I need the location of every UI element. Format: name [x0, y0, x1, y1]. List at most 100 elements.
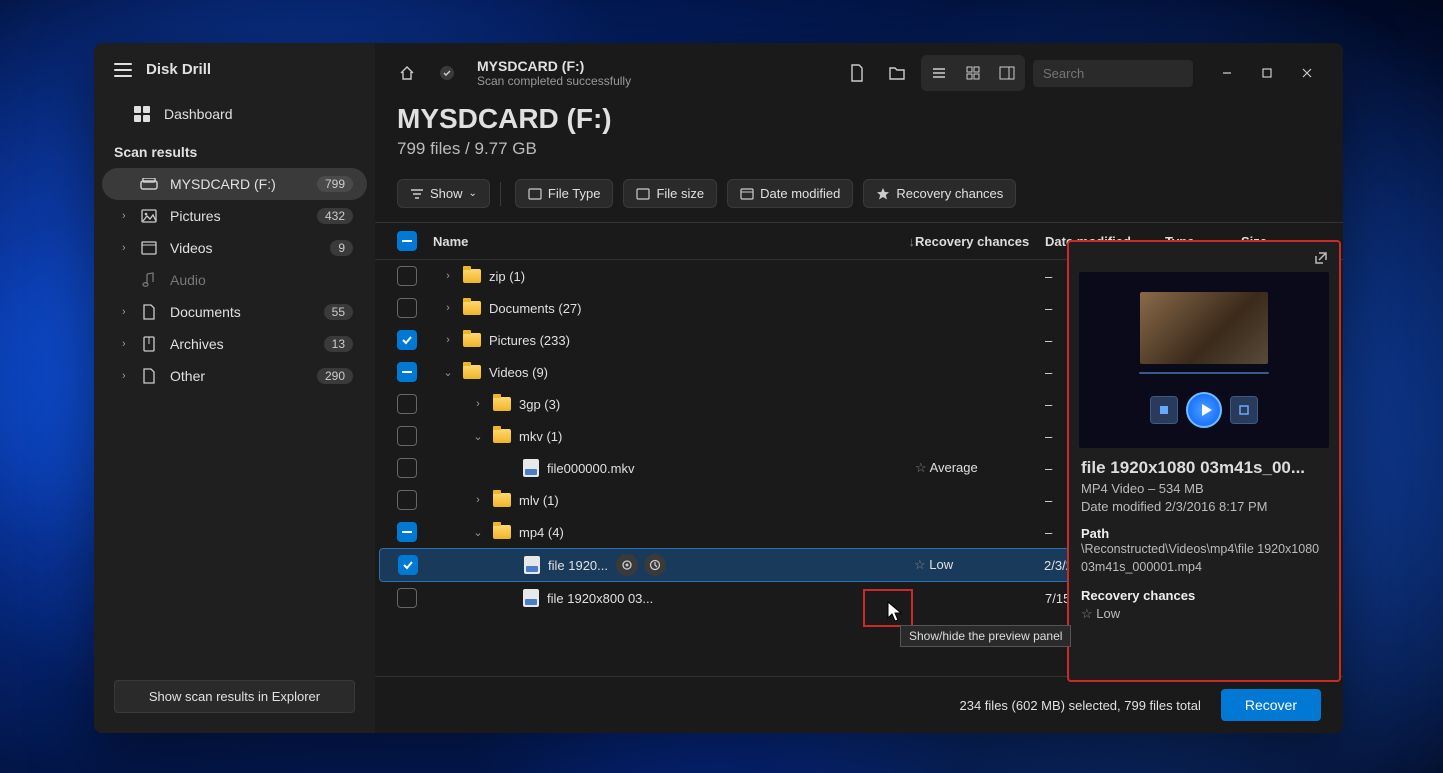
sidebar-dashboard[interactable]: Dashboard: [94, 96, 375, 132]
sidebar-badge: 799: [317, 176, 353, 192]
sidebar-item-videos[interactable]: › Videos 9: [102, 232, 367, 264]
main-pane: MYSDCARD (F:) Scan completed successfull…: [375, 43, 1343, 733]
stop-button[interactable]: [1150, 396, 1178, 424]
star-icon: [876, 187, 890, 201]
preview-type-size: MP4 Video – 534 MB: [1081, 481, 1327, 496]
popout-button[interactable]: [1313, 250, 1329, 266]
video-file-icon: [523, 589, 539, 607]
search-input[interactable]: [1043, 66, 1219, 81]
expand-arrow[interactable]: ⌄: [441, 366, 455, 379]
row-action-button[interactable]: [644, 554, 666, 576]
view-mode-group: [921, 55, 1025, 91]
preview-path-label: Path: [1081, 526, 1327, 541]
panel-view-button[interactable]: [991, 57, 1023, 89]
list-view-button[interactable]: [923, 57, 955, 89]
preview-date: Date modified 2/3/2016 8:17 PM: [1081, 499, 1327, 514]
col-recovery[interactable]: Recovery chances: [915, 234, 1045, 249]
filter-label: Date modified: [760, 186, 840, 201]
filter-icon: [410, 188, 424, 200]
sidebar-item-label: Videos: [170, 240, 330, 256]
scan-status-icon[interactable]: [431, 57, 463, 89]
maximize-button[interactable]: [1247, 57, 1287, 89]
page-header: MYSDCARD (F:) 799 files / 9.77 GB: [375, 103, 1343, 169]
row-checkbox[interactable]: [397, 266, 417, 286]
hamburger-icon[interactable]: [114, 63, 132, 77]
row-checkbox[interactable]: [397, 522, 417, 542]
sidebar-item-label: Pictures: [170, 208, 317, 224]
row-checkbox[interactable]: [397, 298, 417, 318]
expand-arrow[interactable]: ›: [471, 494, 485, 506]
search-box[interactable]: [1033, 60, 1193, 87]
play-button[interactable]: [1186, 392, 1222, 428]
pictures-icon: [140, 209, 158, 223]
close-button[interactable]: [1287, 57, 1327, 89]
sidebar-header: Disk Drill: [94, 43, 375, 96]
expand-arrow[interactable]: ›: [471, 398, 485, 410]
row-checkbox[interactable]: [397, 362, 417, 382]
filter-file-size[interactable]: File size: [623, 179, 717, 208]
row-checkbox[interactable]: [397, 426, 417, 446]
row-checkbox[interactable]: [398, 555, 418, 575]
chevron-down-icon: ⌄: [469, 188, 477, 199]
expand-arrow[interactable]: ⌄: [471, 430, 485, 443]
videos-icon: [140, 241, 158, 255]
folder-icon: [493, 429, 511, 443]
preview-toggle-button[interactable]: [616, 554, 638, 576]
sidebar-item-label: Other: [170, 368, 317, 384]
show-in-explorer-button[interactable]: Show scan results in Explorer: [114, 680, 355, 713]
row-checkbox[interactable]: [397, 458, 417, 478]
row-checkbox[interactable]: [397, 394, 417, 414]
row-checkbox[interactable]: [397, 330, 417, 350]
seek-bar[interactable]: [1139, 372, 1269, 374]
grid-view-button[interactable]: [957, 57, 989, 89]
preview-filename: file 1920x1080 03m41s_00...: [1081, 458, 1327, 478]
expand-arrow[interactable]: ⌄: [471, 526, 485, 539]
expand-arrow[interactable]: ›: [441, 334, 455, 346]
sidebar-badge: 290: [317, 368, 353, 384]
row-checkbox[interactable]: [397, 490, 417, 510]
sidebar-item-label: MYSDCARD (F:): [170, 176, 317, 192]
col-name[interactable]: Name↓: [433, 234, 915, 249]
filter-label: File size: [656, 186, 704, 201]
expand-arrow[interactable]: ›: [441, 270, 455, 282]
select-all-checkbox[interactable]: [397, 231, 417, 251]
filter-label: Recovery chances: [896, 186, 1003, 201]
sidebar-item-archives[interactable]: › Archives 13: [102, 328, 367, 360]
sidebar-badge: 432: [317, 208, 353, 224]
row-name: mlv (1): [519, 493, 559, 508]
sidebar-item-documents[interactable]: › Documents 55: [102, 296, 367, 328]
row-name: file 1920x800 03...: [547, 591, 653, 606]
dashboard-icon: [134, 106, 150, 122]
calendar-icon: [740, 187, 754, 200]
file-icon-button[interactable]: [841, 57, 873, 89]
scan-results-label: Scan results: [94, 132, 375, 168]
app-window: Disk Drill Dashboard Scan results MYSDCA…: [94, 43, 1343, 733]
folder-icon: [493, 397, 511, 411]
row-recovery: ☆ Average: [915, 460, 1045, 476]
selection-status: 234 files (602 MB) selected, 799 files t…: [960, 698, 1201, 713]
row-name: file000000.mkv: [547, 461, 634, 476]
filter-show[interactable]: Show ⌄: [397, 179, 490, 208]
filter-date-modified[interactable]: Date modified: [727, 179, 853, 208]
sidebar-item-other[interactable]: › Other 290: [102, 360, 367, 392]
home-button[interactable]: [391, 57, 423, 89]
row-name: mkv (1): [519, 429, 562, 444]
sidebar-item-pictures[interactable]: › Pictures 432: [102, 200, 367, 232]
sidebar-badge: 13: [324, 336, 353, 352]
folder-icon-button[interactable]: [881, 57, 913, 89]
filter-file-type[interactable]: File Type: [515, 179, 614, 208]
row-name: Pictures (233): [489, 333, 570, 348]
divider: [500, 182, 501, 206]
folder-icon: [463, 333, 481, 347]
video-file-icon: [523, 459, 539, 477]
recover-button[interactable]: Recover: [1221, 689, 1321, 721]
sidebar-item-audio[interactable]: Audio: [102, 264, 367, 296]
folder-icon: [493, 525, 511, 539]
sidebar-item-mysdcard[interactable]: MYSDCARD (F:) 799: [102, 168, 367, 200]
filter-recovery-chances[interactable]: Recovery chances: [863, 179, 1016, 208]
preview-panel: file 1920x1080 03m41s_00... MP4 Video – …: [1067, 240, 1341, 682]
row-checkbox[interactable]: [397, 588, 417, 608]
expand-arrow[interactable]: ›: [441, 302, 455, 314]
fullscreen-button[interactable]: [1230, 396, 1258, 424]
minimize-button[interactable]: [1207, 57, 1247, 89]
